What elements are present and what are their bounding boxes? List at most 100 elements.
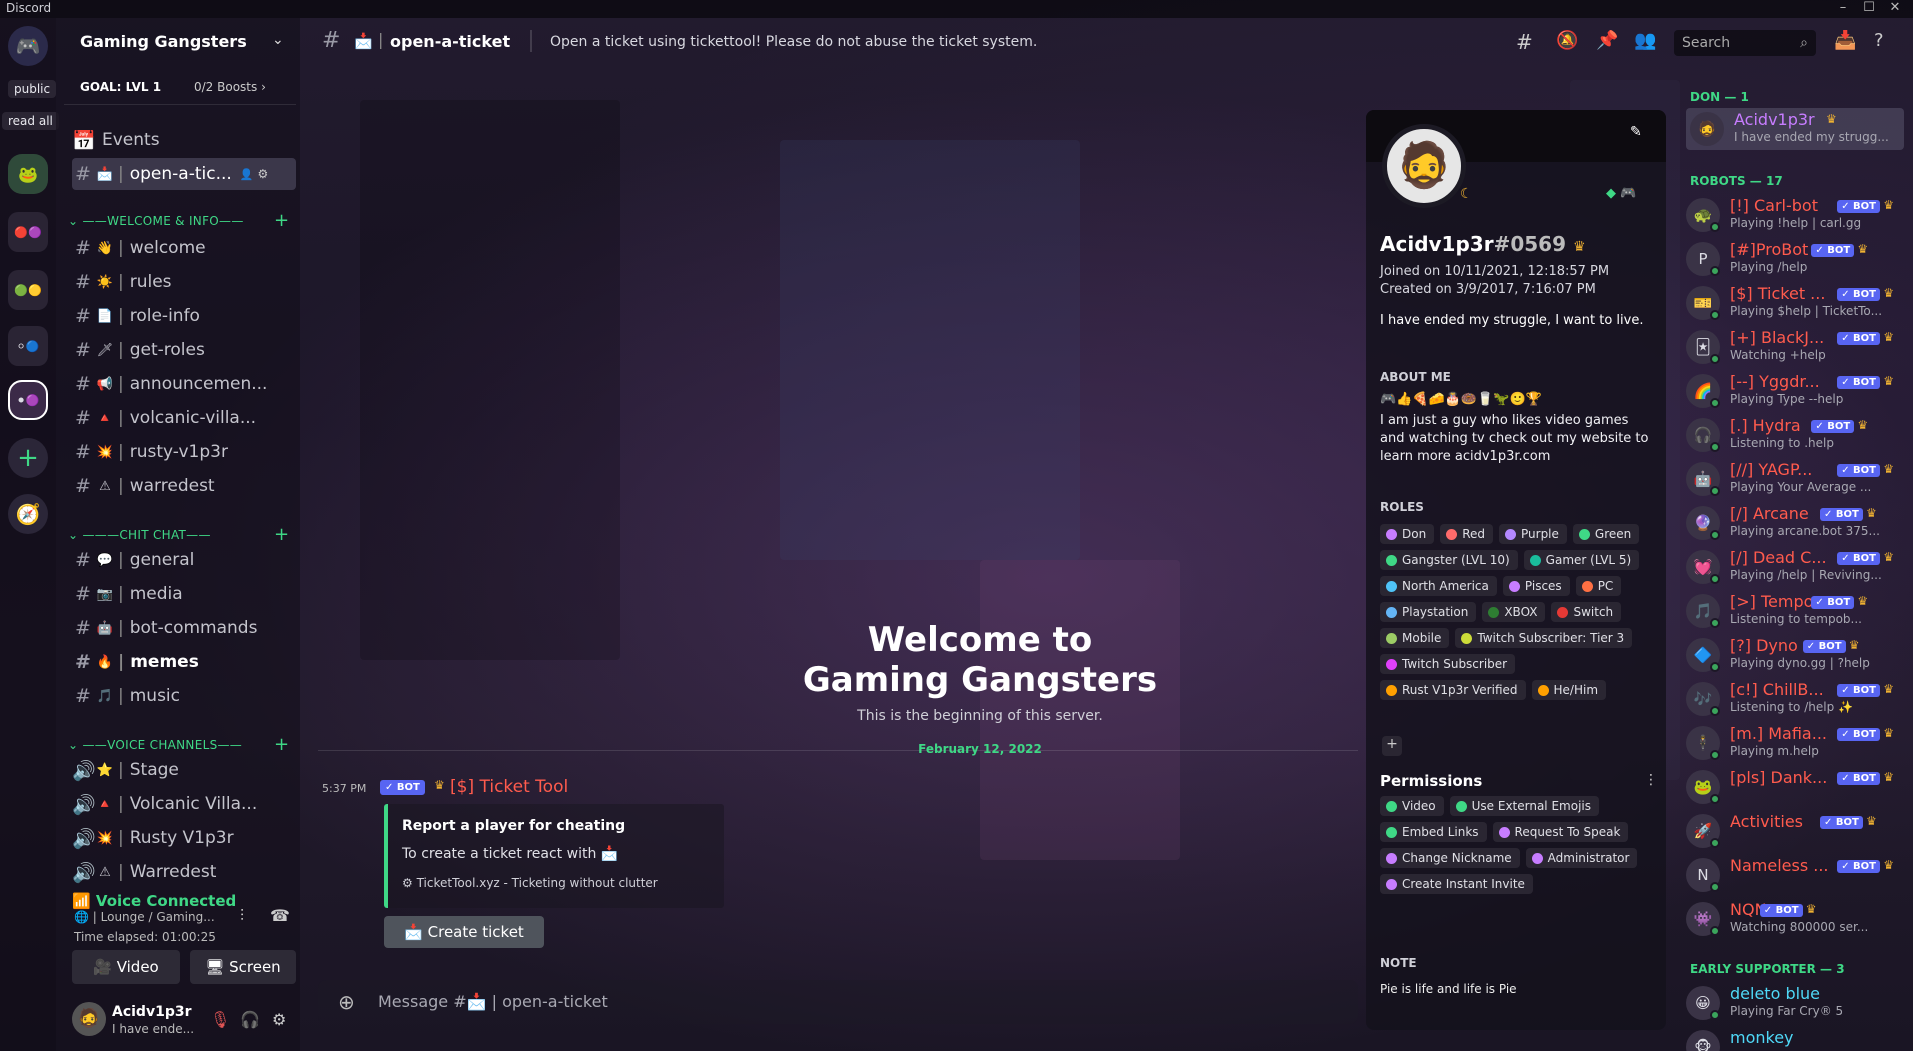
- channel-item-3[interactable]: # 📄 | role-info: [72, 300, 297, 332]
- user-avatar[interactable]: 🧔: [72, 1002, 106, 1036]
- user-settings-gear-icon[interactable]: ⚙: [272, 1010, 286, 1029]
- category-voice[interactable]: ⌄ ——VOICE CHANNELS—— +: [68, 734, 289, 755]
- role-pill[interactable]: Create Instant Invite: [1380, 874, 1533, 894]
- role-pill[interactable]: Playstation: [1380, 602, 1477, 622]
- server-folder-icon-2[interactable]: 🟢🟡: [8, 270, 48, 310]
- channel-item-6[interactable]: # 🔺 | volcanic-villa...: [72, 402, 297, 434]
- maximize-icon[interactable]: ☐: [1858, 0, 1880, 18]
- discord-home-icon[interactable]: 🎮: [8, 26, 48, 66]
- channel-item-2[interactable]: # ☀️ | rules: [72, 266, 297, 298]
- server-name[interactable]: Gaming Gangsters: [80, 32, 247, 51]
- events-link[interactable]: 📅 Events: [72, 124, 297, 156]
- message-input-box[interactable]: ⊕ Message #📩 | open-a-ticket: [318, 980, 1358, 1024]
- add-role-icon[interactable]: +: [1382, 736, 1402, 756]
- voice-location[interactable]: 🌐 | Lounge / Gaming...: [74, 910, 215, 924]
- settings-gear-icon[interactable]: ⚙: [258, 167, 269, 181]
- role-pill[interactable]: He/Him: [1531, 680, 1607, 700]
- member-list-icon[interactable]: 👥: [1634, 30, 1656, 51]
- member-item[interactable]: N Nameless ... ✓ BOT ♛: [1686, 854, 1911, 896]
- role-pill[interactable]: Mobile: [1380, 628, 1450, 648]
- server-menu-chevron-icon[interactable]: ⌄: [272, 32, 284, 48]
- guild-folder-public[interactable]: public: [8, 80, 57, 98]
- noise-suppression-icon[interactable]: ⫶: [240, 906, 244, 926]
- screen-share-button[interactable]: 🖥 Screen: [190, 950, 296, 984]
- channel-item-4[interactable]: # 🗡 | get-roles: [72, 334, 297, 366]
- edit-pencil-icon[interactable]: ✎: [1630, 124, 1642, 140]
- add-channel-icon[interactable]: +: [274, 210, 289, 231]
- member-item[interactable]: 👾 NQN ✓ BOT ♛ Watching 800000 ser...: [1686, 898, 1911, 940]
- channel-item-5[interactable]: # 📢 | announcemen...: [72, 368, 297, 400]
- channel-topic[interactable]: Open a ticket using tickettool! Please d…: [550, 34, 1037, 50]
- notification-bell-icon[interactable]: 🔕: [1556, 30, 1578, 51]
- category-chit-chat[interactable]: ⌄ ———CHIT CHAT—— +: [68, 524, 289, 545]
- close-window-icon[interactable]: ✕: [1884, 0, 1906, 18]
- role-pill[interactable]: Pisces: [1502, 576, 1570, 596]
- boost-goal[interactable]: GOAL: LVL 1: [80, 80, 161, 94]
- message-author[interactable]: [$] Ticket Tool: [450, 777, 568, 797]
- member-item[interactable]: 🤖 [//] YAGP... ✓ BOT ♛ Playing Your Average …: [1686, 458, 1911, 500]
- channel-item-3[interactable]: # 🤖 | bot-commands: [72, 612, 297, 644]
- threads-icon[interactable]: #: [1516, 30, 1533, 54]
- channel-item-4[interactable]: 🔊 ⚠ | Warredest: [72, 856, 297, 888]
- video-button[interactable]: 🎥 Video: [72, 950, 180, 984]
- member-item[interactable]: 🐵 monkey: [1686, 1026, 1911, 1051]
- role-pill[interactable]: Gamer (LVL 5): [1523, 550, 1640, 570]
- note-text[interactable]: Pie is life and life is Pie: [1380, 982, 1517, 996]
- channel-item-5[interactable]: # 🎵 | music: [72, 680, 297, 712]
- role-pill[interactable]: Change Nickname: [1380, 848, 1520, 868]
- member-item[interactable]: 🔷 [?] Dyno ✓ BOT ♛ Playing dyno.gg | ?help: [1686, 634, 1911, 676]
- attach-plus-icon[interactable]: ⊕: [338, 990, 355, 1014]
- role-pill[interactable]: Use External Emojis: [1449, 796, 1599, 816]
- search-input[interactable]: Search ⌕: [1674, 30, 1816, 56]
- profile-avatar[interactable]: 🧔: [1382, 124, 1466, 208]
- member-item[interactable]: 🚀 Activities ✓ BOT ♛: [1686, 810, 1911, 852]
- role-pill[interactable]: PC: [1575, 576, 1622, 596]
- role-pill[interactable]: Don: [1380, 524, 1435, 544]
- add-member-icon[interactable]: 👤: [240, 168, 254, 181]
- member-item[interactable]: 🃏 [+] BlackJ... ✓ BOT ♛ Watching +help: [1686, 326, 1911, 368]
- member-item[interactable]: 🎶 [c!] ChillB... ✓ BOT ♛ Listening to /help …: [1686, 678, 1911, 720]
- member-item[interactable]: 🐸 [pls] Dank... ✓ BOT ♛: [1686, 766, 1911, 808]
- role-pill[interactable]: Rust V1p3r Verified: [1380, 680, 1526, 700]
- role-pill[interactable]: Purple: [1499, 524, 1567, 544]
- channel-item-1[interactable]: # 💬 | general: [72, 544, 297, 576]
- channel-item-7[interactable]: # 💥 | rusty-v1p3r: [72, 436, 297, 468]
- member-item[interactable]: P [#]ProBot ✓ BOT ♛ Playing /help: [1686, 238, 1911, 280]
- member-item[interactable]: 😀 deleto blue Playing Far Cry® 5: [1686, 982, 1911, 1024]
- pin-icon[interactable]: 📌: [1596, 30, 1618, 51]
- inbox-icon[interactable]: 📥: [1834, 30, 1856, 51]
- role-pill[interactable]: Switch: [1551, 602, 1622, 622]
- member-item[interactable]: 💓 [/] Dead C... ✓ BOT ♛ Playing /help | Revi…: [1686, 546, 1911, 588]
- role-pill[interactable]: Twitch Subscriber: Tier 3: [1455, 628, 1633, 648]
- server-folder-icon-4[interactable]: ⚫🟣: [8, 380, 48, 420]
- minimize-icon[interactable]: –: [1832, 0, 1854, 18]
- add-channel-icon[interactable]: +: [274, 734, 289, 755]
- channel-item-open-a-ticket[interactable]: # 📩 | open-a-tic... 👤 ⚙: [72, 158, 296, 190]
- more-options-icon[interactable]: ⋮: [1644, 772, 1658, 788]
- channel-item-1[interactable]: 🔊 ⭐ | Stage: [72, 754, 297, 786]
- explore-icon[interactable]: 🧭: [8, 494, 48, 534]
- member-acidv1p3r[interactable]: 🧔 Acidv1p3r ♛ I have ended my strugg...: [1686, 108, 1904, 150]
- role-pill[interactable]: Request To Speak: [1492, 822, 1629, 842]
- add-channel-icon[interactable]: +: [274, 524, 289, 545]
- headphones-icon[interactable]: 🎧: [240, 1010, 260, 1029]
- server-icon-gaming-gangsters[interactable]: 🐸: [8, 154, 48, 194]
- member-item[interactable]: 🎵 [>] Tempo ✓ BOT ♛ Listening to tempob...: [1686, 590, 1911, 632]
- role-pill[interactable]: North America: [1380, 576, 1497, 596]
- mute-mic-icon[interactable]: 🎙: [210, 1010, 230, 1029]
- voice-status[interactable]: 📶 Voice Connected: [72, 892, 236, 910]
- role-pill[interactable]: Gangster (LVL 10): [1380, 550, 1518, 570]
- channel-item-2[interactable]: # 📷 | media: [72, 578, 297, 610]
- message-input[interactable]: Message #📩 | open-a-ticket: [378, 992, 608, 1011]
- server-folder-icon[interactable]: 🔴🟣: [8, 212, 48, 252]
- role-pill[interactable]: Twitch Subscriber: [1380, 654, 1516, 674]
- member-item[interactable]: 🎫 [$] Ticket ... ✓ BOT ♛ Playing $help | Tic…: [1686, 282, 1911, 324]
- user-name[interactable]: Acidv1p3r: [112, 1004, 192, 1020]
- role-pill[interactable]: Red: [1440, 524, 1493, 544]
- member-item[interactable]: 🔮 [/] Arcane ✓ BOT ♛ Playing arcane.bot 375.…: [1686, 502, 1911, 544]
- channel-item-4[interactable]: # 🔥 | memes: [72, 646, 297, 678]
- create-ticket-button[interactable]: 📩 Create ticket: [384, 916, 544, 948]
- boost-count[interactable]: 0/2 Boosts ›: [194, 80, 266, 94]
- member-item[interactable]: 🌈 [--] Yggdr... ✓ BOT ♛ Playing Type --help: [1686, 370, 1911, 412]
- role-pill[interactable]: XBOX: [1482, 602, 1546, 622]
